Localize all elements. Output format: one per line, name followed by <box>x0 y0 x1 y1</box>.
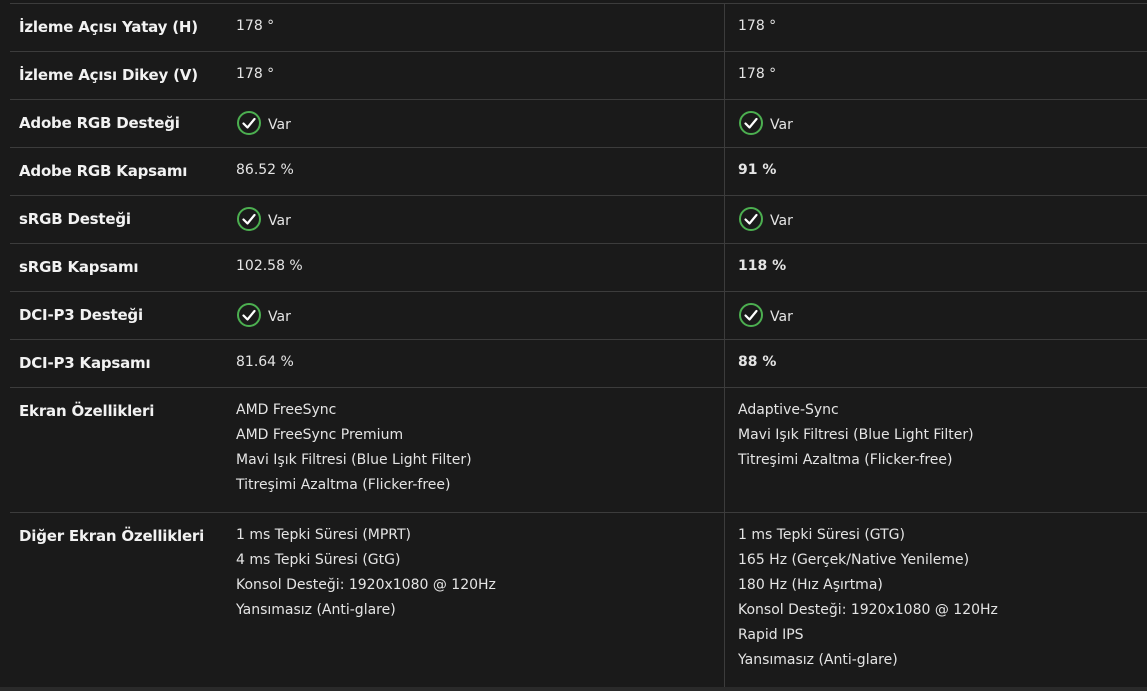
feature-item: Konsol Desteği: 1920x1080 @ 120Hz <box>236 577 496 593</box>
feature-item: Rapid IPS <box>738 627 804 643</box>
spec-label: sRGB Desteği <box>19 210 131 228</box>
check-circle-icon <box>739 111 763 135</box>
spec-label: DCI-P3 Desteği <box>19 306 143 324</box>
feature-item: Mavi Işık Filtresi (Blue Light Filter) <box>738 427 974 443</box>
table-row: sRGB Desteği Var Var <box>10 195 1147 243</box>
support-text: Var <box>268 117 291 133</box>
spec-value-product-b: Var <box>724 100 1147 147</box>
feature-item: Titreşimi Azaltma (Flicker-free) <box>236 477 451 493</box>
spec-label: DCI-P3 Kapsamı <box>19 354 151 372</box>
spec-comparison-table: İzleme Açısı Yatay (H) 178 ° 178 ° İzlem… <box>10 3 1147 687</box>
feature-item: Yansımasız (Anti-glare) <box>738 652 898 668</box>
spec-value-product-a: Var <box>222 100 724 147</box>
table-row: sRGB Kapsamı 102.58 % 118 % <box>10 243 1147 291</box>
feature-item: Adaptive-Sync <box>738 402 839 418</box>
spec-value-product-a: Var <box>222 292 724 339</box>
spec-value-product-a: 81.64 % <box>236 354 294 370</box>
check-circle-icon <box>739 303 763 327</box>
support-text: Var <box>770 309 793 325</box>
feature-item: 1 ms Tepki Süresi (MPRT) <box>236 527 412 543</box>
spec-value-product-a: 178 ° <box>236 66 275 82</box>
spec-value-product-a: 1 ms Tepki Süresi (MPRT) 4 ms Tepki Süre… <box>222 513 724 687</box>
spec-value-product-b: Var <box>724 196 1147 243</box>
spec-value-product-b: 1 ms Tepki Süresi (GTG) 165 Hz (Gerçek/N… <box>724 513 1147 687</box>
spec-label: Adobe RGB Desteği <box>19 114 180 132</box>
spec-label: İzleme Açısı Dikey (V) <box>19 66 198 84</box>
spec-label: Adobe RGB Kapsamı <box>19 162 188 180</box>
table-row: İzleme Açısı Dikey (V) 178 ° 178 ° <box>10 51 1147 99</box>
table-row: DCI-P3 Desteği Var Var <box>10 291 1147 339</box>
spec-value-product-b: Var <box>724 292 1147 339</box>
table-row: Diğer Ekran Özellikleri 1 ms Tepki Süres… <box>10 512 1147 687</box>
feature-item: AMD FreeSync <box>236 402 337 418</box>
spec-value-product-b: Adaptive-Sync Mavi Işık Filtresi (Blue L… <box>724 388 1147 512</box>
feature-item: 165 Hz (Gerçek/Native Yenileme) <box>738 552 970 568</box>
feature-item: Yansımasız (Anti-glare) <box>236 602 396 618</box>
table-row: Ekran Özellikleri AMD FreeSync AMD FreeS… <box>10 387 1147 512</box>
spec-value-product-a: 102.58 % <box>236 258 303 274</box>
support-text: Var <box>268 309 291 325</box>
spec-value-product-b: 178 ° <box>724 4 1147 51</box>
feature-item: 180 Hz (Hız Aşırtma) <box>738 577 883 593</box>
feature-item: AMD FreeSync Premium <box>236 427 404 443</box>
feature-item: 1 ms Tepki Süresi (GTG) <box>738 527 905 543</box>
feature-item: Titreşimi Azaltma (Flicker-free) <box>738 452 953 468</box>
spec-label: İzleme Açısı Yatay (H) <box>19 18 198 36</box>
bottom-divider <box>0 687 1147 691</box>
spec-value-product-b: 118 % <box>724 244 1147 291</box>
check-circle-icon <box>237 303 261 327</box>
spec-value-product-a: 178 ° <box>236 18 275 34</box>
support-text: Var <box>770 117 793 133</box>
table-row: DCI-P3 Kapsamı 81.64 % 88 % <box>10 339 1147 387</box>
check-circle-icon <box>739 207 763 231</box>
table-row: İzleme Açısı Yatay (H) 178 ° 178 ° <box>10 3 1147 51</box>
spec-value-product-b: 91 % <box>724 148 1147 195</box>
feature-item: Mavi Işık Filtresi (Blue Light Filter) <box>236 452 472 468</box>
spec-label: Diğer Ekran Özellikleri <box>19 527 205 545</box>
table-row: Adobe RGB Kapsamı 86.52 % 91 % <box>10 147 1147 195</box>
check-circle-icon <box>237 111 261 135</box>
spec-label: sRGB Kapsamı <box>19 258 139 276</box>
spec-label: Ekran Özellikleri <box>19 402 155 420</box>
feature-item: Konsol Desteği: 1920x1080 @ 120Hz <box>738 602 998 618</box>
spec-value-product-a: AMD FreeSync AMD FreeSync Premium Mavi I… <box>222 388 724 512</box>
spec-value-product-b: 88 % <box>724 340 1147 387</box>
comparison-page: İzleme Açısı Yatay (H) 178 ° 178 ° İzlem… <box>0 0 1147 691</box>
spec-value-product-b: 178 ° <box>724 52 1147 99</box>
spec-value-product-a: Var <box>222 196 724 243</box>
spec-value-product-a: 86.52 % <box>236 162 294 178</box>
check-circle-icon <box>237 207 261 231</box>
support-text: Var <box>268 213 291 229</box>
feature-item: 4 ms Tepki Süresi (GtG) <box>236 552 401 568</box>
table-row: Adobe RGB Desteği Var Var <box>10 99 1147 147</box>
support-text: Var <box>770 213 793 229</box>
